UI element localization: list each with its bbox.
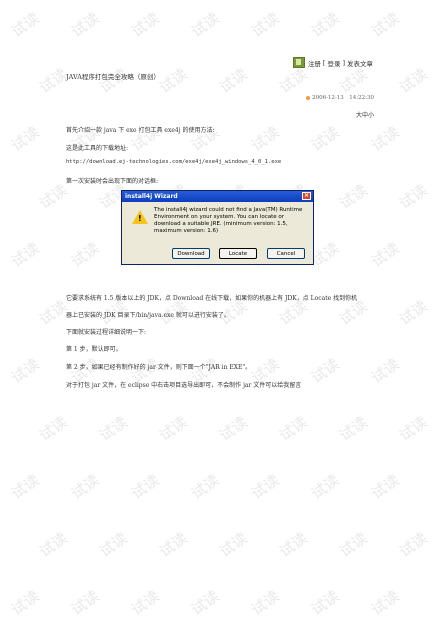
watermark-text: 试读 xyxy=(395,412,431,445)
watermark-text: 试读 xyxy=(275,412,311,445)
paragraph-intro: 首先介绍一款 java 下 exe 打包工具 exe4j 的使用方法: xyxy=(66,127,215,134)
watermark-text: 试读 xyxy=(155,412,191,445)
login-link[interactable]: 登录 xyxy=(327,58,340,68)
paragraph-step1: 第 1 步，默认即可。 xyxy=(66,346,122,353)
clock-icon xyxy=(306,95,311,100)
watermark-text: 试读 xyxy=(7,470,43,503)
watermark-text: 试读 xyxy=(67,470,103,503)
watermark-text: 试读 xyxy=(187,586,223,619)
watermark-text: 试读 xyxy=(215,528,251,561)
paragraph-jdk-requirement: 它要求系统有 1.5 版本以上的 JDK，点 Download 在线下载，如果你… xyxy=(66,295,358,302)
watermark-text: 试读 xyxy=(395,64,431,97)
watermark-text: 试读 xyxy=(127,470,163,503)
nav-bracket-close: ] xyxy=(342,58,345,67)
watermark-text: 试读 xyxy=(307,470,343,503)
watermark-text: 试读 xyxy=(7,122,43,155)
register-link[interactable]: 注册 xyxy=(308,58,321,68)
watermark-text: 试读 xyxy=(367,586,403,619)
watermark-text: 试读 xyxy=(247,586,283,619)
date-text: 2006-12-13 14:22:30 xyxy=(312,95,374,101)
document-page: 试读 试读 试读 试读 试读 试读 试读 试读 试读 试读 试读 试读 试读 试读 试读 试读 试读 试读 试读 试读… xyxy=(0,0,440,620)
watermark-text: 试读 xyxy=(247,122,283,155)
font-size-control[interactable]: 大中小 xyxy=(356,110,374,119)
watermark-text: 试读 xyxy=(7,8,43,41)
post-article-link[interactable]: 发表文章 xyxy=(347,58,373,68)
watermark-text: 试读 xyxy=(307,354,343,387)
close-icon[interactable]: × xyxy=(302,192,311,200)
watermark-text: 试读 xyxy=(395,528,431,561)
watermark-text: 试读 xyxy=(127,586,163,619)
watermark-text: 试读 xyxy=(367,238,403,271)
watermark-text: 试读 xyxy=(367,470,403,503)
watermark-text: 试读 xyxy=(395,296,431,329)
paragraph-install-steps: 下面就安装过程详细说明一下: xyxy=(66,329,147,336)
watermark-text: 试读 xyxy=(247,470,283,503)
watermark-text: 试读 xyxy=(367,354,403,387)
dialog-message: The install4j wizard could not find a Ja… xyxy=(154,207,303,234)
nav-bracket-open: [ xyxy=(322,58,326,67)
paragraph-jdk-locate: 器上已安装的 JDK 目录下/bin/java.exe 就可以进行安装了。 xyxy=(66,312,230,319)
paragraph-download-label: 这是此工具的下载地址: xyxy=(66,145,129,152)
watermark-text: 试读 xyxy=(335,528,371,561)
watermark-text: 试读 xyxy=(35,412,71,445)
article-date: 2006-12-13 14:22:30 xyxy=(306,93,374,101)
watermark-text: 试读 xyxy=(67,8,103,41)
download-button[interactable]: Download xyxy=(172,248,210,259)
article-title: JAVA程序打包完全攻略（原创） xyxy=(66,73,160,81)
watermark-text: 试读 xyxy=(307,122,343,155)
watermark-text: 试读 xyxy=(187,8,223,41)
watermark-text: 试读 xyxy=(7,238,43,271)
watermark-text: 试读 xyxy=(187,470,223,503)
watermark-text: 试读 xyxy=(367,8,403,41)
watermark-text: 试读 xyxy=(215,64,251,97)
paragraph-step2: 第 2 步，如果已经有制作好的 jar 文件，则下面一个"JAR in EXE"… xyxy=(66,364,252,371)
watermark-text: 试读 xyxy=(7,586,43,619)
watermark-text: 试读 xyxy=(95,412,131,445)
watermark-text: 试读 xyxy=(395,180,431,213)
paragraph-first-install: 第一次安装时会出现下面的对话框: xyxy=(66,178,159,185)
watermark-text: 试读 xyxy=(215,412,251,445)
top-nav: 注册 [ 登录 ] 发表文章 xyxy=(292,57,374,68)
install4j-dialog: install4j Wizard × ! The install4j wizar… xyxy=(121,190,314,265)
watermark-text: 试读 xyxy=(335,412,371,445)
cancel-button[interactable]: Cancel xyxy=(267,248,305,259)
watermark-text: 试读 xyxy=(155,64,191,97)
watermark-text: 试读 xyxy=(307,586,343,619)
locate-button[interactable]: Locate xyxy=(219,248,257,259)
watermark-text: 试读 xyxy=(247,8,283,41)
watermark-text: 试读 xyxy=(67,238,103,271)
watermark-text: 试读 xyxy=(307,8,343,41)
warning-icon-mark: ! xyxy=(138,214,142,223)
watermark-text: 试读 xyxy=(95,528,131,561)
dialog-title: install4j Wizard xyxy=(125,193,178,200)
dialog-titlebar: install4j Wizard × xyxy=(122,191,313,202)
watermark-text: 试读 xyxy=(127,8,163,41)
watermark-text: 试读 xyxy=(335,180,371,213)
watermark-text: 试读 xyxy=(367,122,403,155)
watermark-text: 试读 xyxy=(35,528,71,561)
watermark-text: 试读 xyxy=(155,528,191,561)
paragraph-jar-export: 对于打包 jar 文件，在 eclipse 中右击项目选导出即可，不会制作 ja… xyxy=(66,382,302,389)
watermark-text: 试读 xyxy=(67,586,103,619)
watermark-text: 试读 xyxy=(7,354,43,387)
download-url-link[interactable]: http://download.ej-technologies.com/exe4… xyxy=(66,159,281,165)
watermark-text: 试读 xyxy=(275,528,311,561)
register-icon xyxy=(292,57,305,68)
